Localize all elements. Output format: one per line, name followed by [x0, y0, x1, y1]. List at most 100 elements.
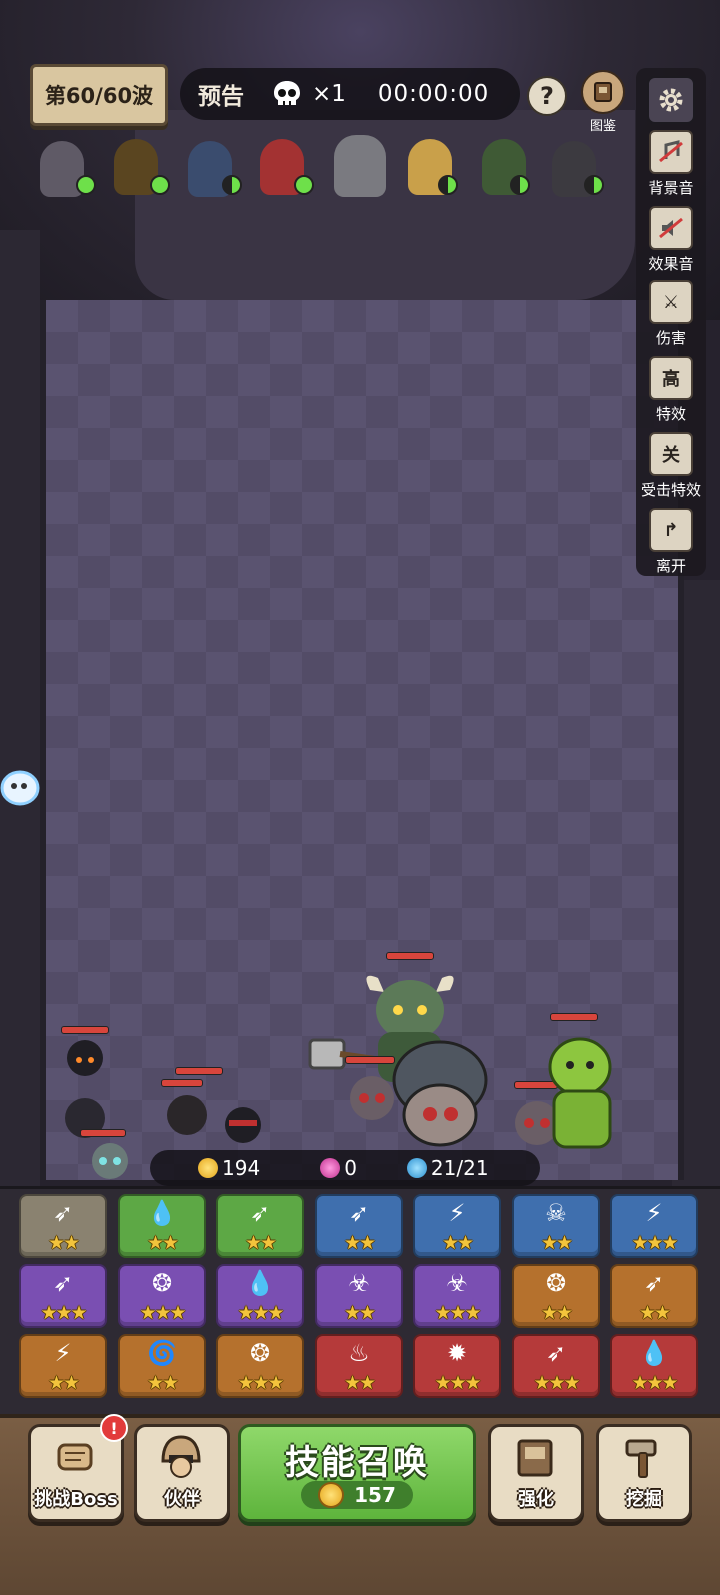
skill-slot[interactable]: ➶ ★★★ — [19, 1264, 107, 1328]
pink-gem-icon — [320, 1158, 341, 1178]
skill-slot[interactable]: ⚡ ★★ — [413, 1194, 501, 1258]
skill-slot[interactable]: ♨ ★★ — [315, 1334, 403, 1398]
unit-hp-bar — [550, 1013, 598, 1021]
arrows-icon: ➶ — [52, 1269, 74, 1297]
arrows-icon: ➶ — [52, 1199, 74, 1227]
skull-minion-unit — [345, 1056, 399, 1134]
skill-slot[interactable]: ➶ ★★ — [610, 1264, 698, 1328]
book-icon — [581, 70, 625, 114]
sfx-label: 效果音 — [648, 255, 694, 273]
population-counter: 21/21 — [406, 1156, 489, 1180]
effects-toggle[interactable]: 高 特效 — [636, 356, 706, 424]
lightning-icon: ⚡ — [54, 1339, 72, 1367]
arrows-icon: ➶ — [348, 1199, 370, 1227]
chain-icon: ❂ — [151, 1269, 173, 1297]
lightning-icon: ⚡ — [448, 1199, 466, 1227]
star-rating: ★★★ — [237, 1302, 284, 1324]
skill-slot[interactable]: ➶ ★★★ — [512, 1334, 600, 1398]
skill-slot[interactable]: ➶ ★★ — [216, 1194, 304, 1258]
star-rating: ★★ — [638, 1302, 671, 1324]
codex-button[interactable]: 图鉴 — [578, 70, 628, 134]
upgrade-button[interactable]: 强化 — [488, 1424, 584, 1522]
ready-dot — [222, 175, 242, 195]
dig-button[interactable]: 挖掘 — [596, 1424, 692, 1522]
blue-flame-icon — [406, 1158, 427, 1178]
skill-slot[interactable]: ➶ ★★ — [19, 1194, 107, 1258]
masked-ally-unit — [80, 1129, 140, 1189]
star-rating: ★★★ — [631, 1372, 678, 1394]
star-rating: ★★ — [343, 1372, 376, 1394]
unit-hp-bar — [345, 1056, 395, 1064]
toggle-icon: 关 — [649, 432, 693, 476]
star-rating: ★★ — [244, 1232, 277, 1254]
skill-slot[interactable]: 💧 ★★★ — [216, 1264, 304, 1328]
gold-coin-icon — [318, 1482, 345, 1508]
partner-button[interactable]: 伙伴 — [134, 1424, 230, 1522]
skill-slot[interactable]: ⚡ ★★ — [19, 1334, 107, 1398]
wave-timer: 00:00:00 — [377, 81, 490, 107]
ghost-icon: ☠ — [545, 1199, 567, 1227]
alert-badge: ! — [100, 1414, 128, 1442]
upgrade-label: 强化 — [518, 1489, 554, 1510]
forecast-button[interactable]: 预告 — [198, 77, 244, 111]
skill-summon-label: 技能召唤 — [285, 1443, 429, 1483]
gear-icon — [647, 76, 695, 124]
burst-icon: ✹ — [446, 1339, 468, 1367]
arrows-icon: ➶ — [545, 1339, 567, 1367]
settings-button[interactable] — [636, 76, 706, 124]
left-wall — [0, 230, 40, 1190]
skill-slot[interactable]: ☠ ★★ — [512, 1194, 600, 1258]
scroll-icon — [51, 1433, 99, 1481]
hooded-face-icon — [157, 1433, 205, 1481]
vampire-ally-unit — [155, 1067, 265, 1159]
wave-label: 第60/60波 — [44, 84, 154, 108]
water-icon: 💧 — [245, 1269, 275, 1297]
lightning-icon: ⚡ — [645, 1199, 663, 1227]
skill-summon-button[interactable]: 技能召唤 157 — [238, 1424, 476, 1522]
star-rating: ★★ — [343, 1302, 376, 1324]
skill-slot[interactable]: 🌀 ★★ — [118, 1334, 206, 1398]
star-rating: ★★ — [343, 1232, 376, 1254]
unit-hp-bar — [61, 1026, 109, 1034]
skull-icon — [270, 77, 304, 111]
vortex-icon: ❂ — [249, 1339, 271, 1367]
skill-slot[interactable]: ☣ ★★ — [315, 1264, 403, 1328]
sfx-toggle[interactable]: 效果音 — [636, 206, 706, 274]
star-rating: ★★★ — [139, 1302, 186, 1324]
star-rating: ★★ — [146, 1372, 179, 1394]
gold-counter: 194 — [198, 1156, 260, 1180]
poison-icon: ☣ — [446, 1269, 468, 1297]
skill-slot[interactable]: 💧 ★★ — [118, 1194, 206, 1258]
sound-muted-icon — [649, 206, 693, 250]
star-rating: ★★ — [540, 1302, 573, 1324]
bgm-label: 背景音 — [648, 179, 694, 197]
green-orc-unit — [520, 1013, 640, 1169]
ready-dot — [294, 175, 314, 195]
gold-amount: 194 — [222, 1156, 261, 1180]
leave-button[interactable]: ↱ 离开 — [636, 508, 706, 576]
skill-slot[interactable]: ❂ ★★ — [512, 1264, 600, 1328]
unit-hp-bar — [80, 1129, 126, 1137]
unit-hp-bar — [161, 1079, 203, 1087]
population-amount: 21/21 — [430, 1156, 489, 1180]
skill-slot[interactable]: ➶ ★★ — [315, 1194, 403, 1258]
skill-slot[interactable]: ✹ ★★★ — [413, 1334, 501, 1398]
armored-skull-unit — [395, 1080, 485, 1154]
info-bar: 预告 ×1 00:00:00 — [180, 68, 520, 120]
resource-bar: 194 0 21/21 — [150, 1150, 540, 1186]
skill-slot[interactable]: ❂ ★★★ — [216, 1334, 304, 1398]
arrows-icon: ➶ — [249, 1199, 271, 1227]
bgm-toggle[interactable]: 背景音 — [636, 130, 706, 198]
boss-kill-count: ×1 — [312, 81, 346, 107]
damage-toggle[interactable]: ⚔ 伤害 — [636, 280, 706, 348]
hit-effects-toggle[interactable]: 关 受击特效 — [636, 432, 706, 500]
skill-slot[interactable]: ☣ ★★★ — [413, 1264, 501, 1328]
skill-slot[interactable]: ⚡ ★★★ — [610, 1194, 698, 1258]
skill-slot[interactable]: ❂ ★★★ — [118, 1264, 206, 1328]
help-button[interactable]: ? — [527, 76, 567, 116]
summon-cost-amount: 157 — [354, 1483, 396, 1507]
poison-icon: ☣ — [348, 1269, 370, 1297]
gem-counter: 0 — [320, 1156, 357, 1180]
spellbook-icon — [511, 1433, 559, 1481]
skill-slot[interactable]: 💧 ★★★ — [610, 1334, 698, 1398]
